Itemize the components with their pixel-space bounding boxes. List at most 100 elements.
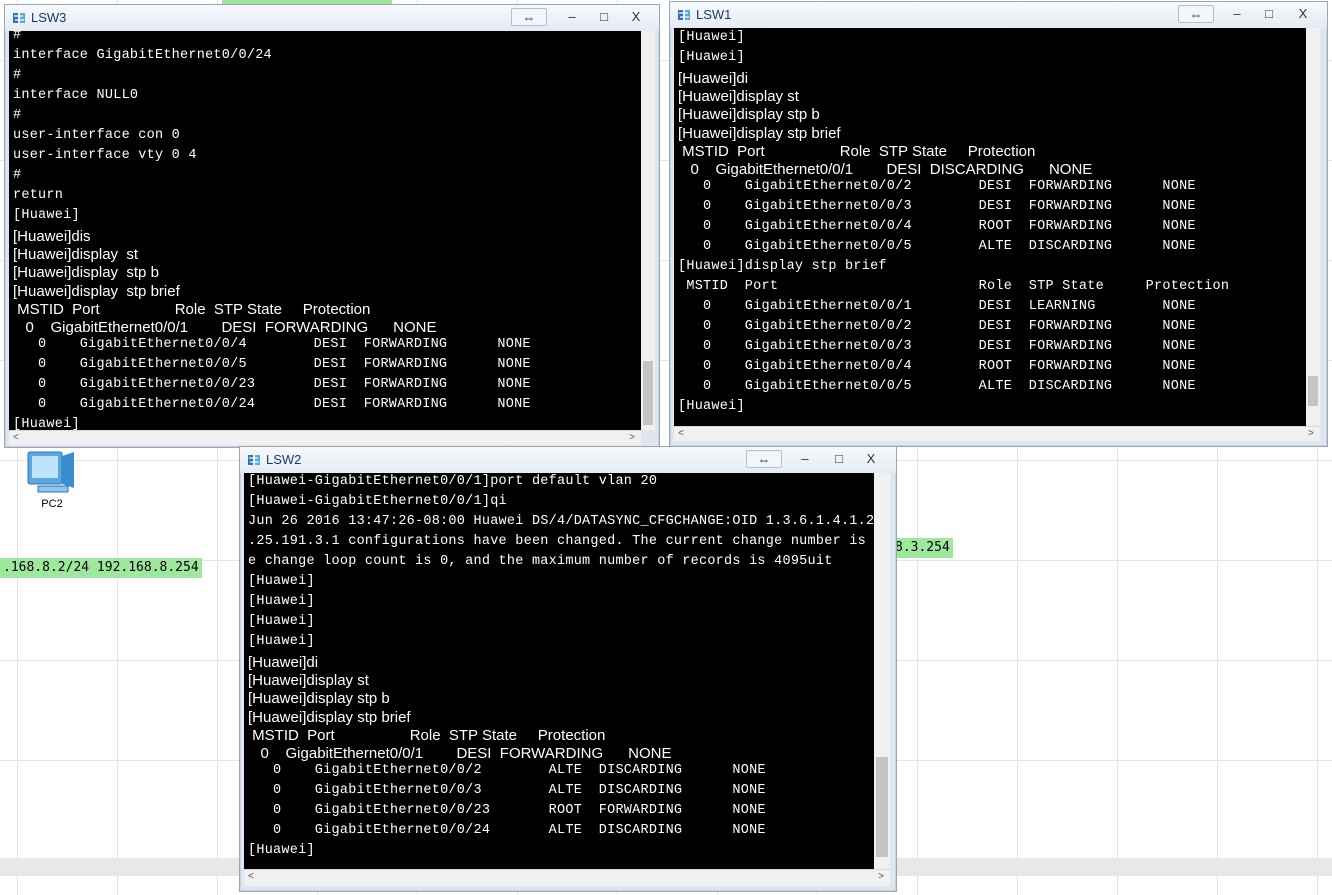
- lsw1-window[interactable]: LSW1 ⇔ – □ X [Huawei] [Huawei] [Huawei]di[…: [669, 1, 1328, 447]
- switch-icon: [678, 10, 690, 20]
- terminal-output[interactable]: [Huawei-GigabitEthernet0/0/1]port defaul…: [244, 473, 874, 869]
- scroll-left-icon[interactable]: <: [13, 431, 19, 445]
- horizontal-scrollbar[interactable]: < >: [9, 430, 641, 445]
- terminal-line: [Huawei-GigabitEthernet0/0/1]port defaul…: [248, 474, 658, 489]
- terminal-line: MSTID Port Role STP State Protection: [248, 726, 606, 744]
- terminal-line: [Huawei-GigabitEthernet0/0/1]qi: [248, 494, 507, 509]
- close-button[interactable]: X: [621, 8, 651, 26]
- terminal-line: [Huawei]display stp brief: [678, 124, 841, 142]
- terminal-line: [Huawei]display stp brief: [13, 282, 180, 300]
- terminal-output[interactable]: [Huawei] [Huawei] [Huawei]di [Huawei]displa…: [674, 28, 1306, 426]
- terminal-line: 0 GigabitEthernet0/0/24 DESI FORWARDING …: [13, 397, 531, 413]
- terminal-line: Jun 26 2016 13:47:26-08:00 Huawei DS/4/D…: [248, 514, 874, 529]
- lsw3-window[interactable]: LSW3 ⇔ – □ X # interface GigabitEthernet0…: [4, 4, 660, 448]
- terminal-line: [Huawei]: [678, 399, 745, 415]
- terminal-line: 0 GigabitEthernet0/0/23 ROOT FORWARDING …: [248, 803, 766, 819]
- terminal-line: [Huawei]dis: [13, 228, 91, 245]
- terminal-line: 0 GigabitEthernet0/0/2 ALTE DISCARDING N…: [248, 763, 766, 779]
- terminal-line: [Huawei]: [13, 417, 80, 430]
- terminal-line: 0 GigabitEthernet0/0/4 DESI FORWARDING N…: [13, 337, 531, 353]
- vertical-scrollbar[interactable]: [1306, 28, 1320, 426]
- terminal-line: #: [13, 68, 22, 83]
- horizontal-scrollbar[interactable]: < >: [674, 426, 1320, 441]
- restore-icon[interactable]: ⇔: [511, 8, 547, 26]
- lsw2-window[interactable]: LSW2 ⇔ – □ X [Huawei-GigabitEthernet0/0/…: [239, 446, 897, 892]
- restore-icon[interactable]: ⇔: [1178, 5, 1214, 23]
- terminal-line: MSTID Port Role STP State Protection: [678, 279, 1230, 295]
- terminal-line: [Huawei]display stp brief: [678, 259, 887, 275]
- scroll-right-icon[interactable]: >: [629, 431, 635, 445]
- terminal-line: 0 GigabitEthernet0/0/1 DESI FORWARDING N…: [248, 745, 672, 762]
- terminal-line: interface NULL0: [13, 88, 139, 103]
- terminal-line: 0 GigabitEthernet0/0/3 DESI FORWARDING N…: [678, 339, 1196, 355]
- terminal-line: [Huawei]: [13, 208, 80, 223]
- switch-icon: [13, 13, 25, 23]
- terminal-line: [Huawei]: [248, 634, 315, 649]
- pc-label: PC2: [41, 498, 63, 510]
- scroll-thumb[interactable]: [876, 757, 888, 857]
- close-button[interactable]: X: [1288, 5, 1318, 23]
- pc2-device[interactable]: PC2: [24, 450, 80, 516]
- terminal-line: .25.191.3.1 configurations have been cha…: [248, 534, 874, 549]
- scroll-thumb[interactable]: [1308, 376, 1318, 406]
- terminal-line: [Huawei]display stp b: [13, 264, 159, 282]
- terminal-line: 0 GigabitEthernet0/0/2 DESI FORWARDING N…: [678, 319, 1196, 335]
- terminal-line: #: [13, 168, 22, 183]
- terminal-line: [Huawei]display st: [13, 246, 139, 264]
- terminal-line: 0 GigabitEthernet0/0/4 ROOT FORWARDING N…: [678, 219, 1196, 235]
- terminal-line: [Huawei]: [248, 574, 315, 589]
- terminal-output[interactable]: # interface GigabitEthernet0/0/24 # interfa…: [9, 31, 641, 430]
- lsw2-titlebar[interactable]: LSW2 ⇔ – □ X: [240, 447, 896, 473]
- terminal-line: 0 GigabitEthernet0/0/1 DESI LEARNING NON…: [678, 299, 1196, 315]
- ip-label-left: .168.8.2/24 192.168.8.254: [0, 558, 202, 578]
- terminal-line: 0 GigabitEthernet0/0/3 ALTE DISCARDING N…: [248, 783, 766, 799]
- window-title: LSW2: [266, 452, 302, 467]
- terminal-line: [Huawei]di: [678, 70, 749, 87]
- scroll-thumb[interactable]: [643, 361, 653, 425]
- switch-icon: [248, 455, 260, 465]
- close-button[interactable]: X: [856, 450, 886, 468]
- scroll-left-icon[interactable]: <: [248, 870, 254, 884]
- ip-label-right: 8.3.254: [892, 538, 953, 558]
- terminal-line: MSTID Port Role STP State Protection: [13, 300, 371, 318]
- terminal-line: [Huawei]: [248, 614, 315, 629]
- maximize-button[interactable]: □: [824, 450, 854, 468]
- terminal-line: 0 GigabitEthernet0/0/23 DESI FORWARDING …: [13, 377, 531, 393]
- terminal-line: [Huawei]: [248, 594, 315, 609]
- window-title: LSW3: [31, 10, 67, 25]
- terminal-line: 0 GigabitEthernet0/0/2 DESI FORWARDING N…: [678, 179, 1196, 195]
- lsw3-titlebar[interactable]: LSW3 ⇔ – □ X: [5, 5, 659, 31]
- vertical-scrollbar[interactable]: [874, 473, 890, 869]
- terminal-line: 0 GigabitEthernet0/0/5 DESI FORWARDING N…: [13, 357, 531, 373]
- window-title: LSW1: [696, 7, 732, 22]
- scroll-right-icon[interactable]: >: [1308, 427, 1314, 441]
- terminal-line: 0 GigabitEthernet0/0/1 DESI DISCARDING N…: [678, 161, 1093, 178]
- minimize-button[interactable]: –: [557, 8, 587, 26]
- terminal-line: interface GigabitEthernet0/0/24: [13, 48, 272, 63]
- scroll-right-icon[interactable]: >: [878, 870, 884, 884]
- terminal-line: MSTID Port Role STP State Protection: [678, 142, 1036, 160]
- terminal-line: 0 GigabitEthernet0/0/1 DESI FORWARDING N…: [13, 319, 437, 336]
- terminal-line: 0 GigabitEthernet0/0/24 ALTE DISCARDING …: [248, 823, 766, 839]
- terminal-line: #: [13, 108, 22, 123]
- terminal-line: e change loop count is 0, and the maximu…: [248, 554, 833, 569]
- terminal-line: [Huawei]display stp brief: [248, 708, 411, 726]
- terminal-line: [Huawei]display stp b: [678, 106, 820, 124]
- terminal-line: 0 GigabitEthernet0/0/5 ALTE DISCARDING N…: [678, 379, 1196, 395]
- terminal-line: 0 GigabitEthernet0/0/4 ROOT FORWARDING N…: [678, 359, 1196, 375]
- vertical-scrollbar[interactable]: [641, 31, 655, 430]
- minimize-button[interactable]: –: [1222, 5, 1252, 23]
- terminal-line: [Huawei]di: [248, 654, 319, 671]
- restore-icon[interactable]: ⇔: [746, 450, 782, 468]
- scroll-left-icon[interactable]: <: [678, 427, 684, 441]
- terminal-line: [Huawei]display stp b: [248, 690, 390, 708]
- maximize-button[interactable]: □: [589, 8, 619, 26]
- terminal-line: 0 GigabitEthernet0/0/5 ALTE DISCARDING N…: [678, 239, 1196, 255]
- terminal-line: [Huawei]: [248, 843, 315, 859]
- terminal-line: #: [13, 31, 22, 43]
- terminal-line: [Huawei]display st: [248, 672, 369, 690]
- horizontal-scrollbar[interactable]: < >: [244, 869, 890, 886]
- lsw1-titlebar[interactable]: LSW1 ⇔ – □ X: [670, 2, 1327, 28]
- maximize-button[interactable]: □: [1254, 5, 1284, 23]
- minimize-button[interactable]: –: [790, 450, 820, 468]
